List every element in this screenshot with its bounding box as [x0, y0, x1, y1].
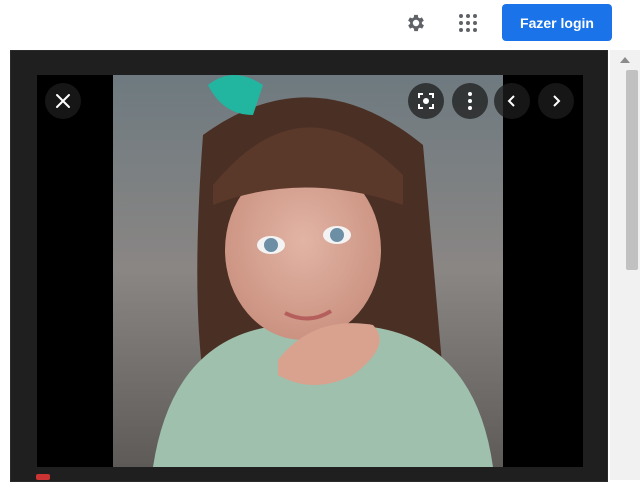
- previous-image-button[interactable]: [494, 83, 530, 119]
- login-button[interactable]: Fazer login: [502, 4, 612, 41]
- top-bar: Fazer login: [0, 0, 640, 46]
- lens-search-button[interactable]: [408, 83, 444, 119]
- lens-search-icon: [418, 93, 434, 109]
- apps-grid-icon: [459, 14, 477, 32]
- scroll-up-arrow-icon[interactable]: [617, 54, 633, 66]
- scroll-thumb[interactable]: [626, 70, 638, 270]
- more-vert-icon: [468, 92, 472, 110]
- apps-button[interactable]: [452, 7, 484, 39]
- chevron-right-icon: [553, 95, 561, 107]
- close-button[interactable]: [45, 83, 81, 119]
- gear-icon: [408, 14, 424, 32]
- source-favicon: [36, 474, 50, 480]
- image-viewer: [10, 50, 608, 482]
- close-icon: [56, 94, 70, 108]
- settings-button[interactable]: [400, 7, 432, 39]
- next-image-button[interactable]: [538, 83, 574, 119]
- girl-portrait-photo: [113, 75, 503, 467]
- more-options-button[interactable]: [452, 83, 488, 119]
- page-scrollbar[interactable]: [610, 50, 640, 480]
- chevron-left-icon: [507, 95, 515, 107]
- preview-image[interactable]: [113, 75, 503, 467]
- image-stage: [37, 75, 583, 467]
